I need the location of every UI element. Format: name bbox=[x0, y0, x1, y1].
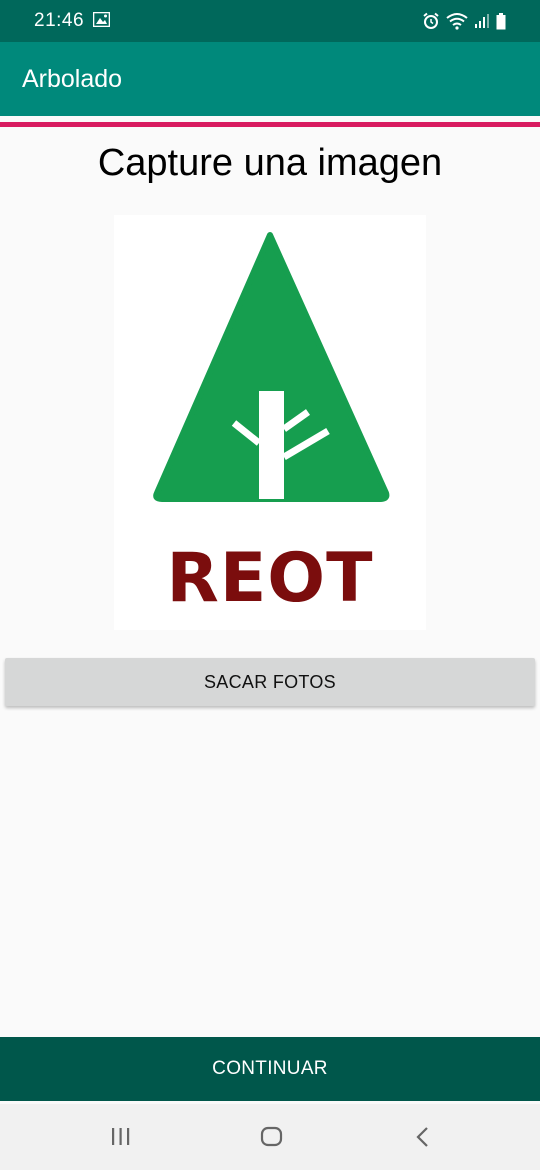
home-icon[interactable] bbox=[260, 1126, 284, 1148]
wifi-icon bbox=[446, 13, 468, 30]
accent-divider bbox=[0, 122, 540, 127]
status-bar: 21:46 bbox=[0, 0, 540, 42]
back-icon[interactable] bbox=[414, 1126, 432, 1148]
continue-button[interactable]: CONTINUAR bbox=[0, 1037, 540, 1101]
take-photo-button[interactable]: SACAR FOTOS bbox=[5, 658, 535, 706]
navigation-bar bbox=[0, 1104, 540, 1170]
alarm-icon bbox=[423, 12, 439, 29]
page-title: Capture una imagen bbox=[97, 142, 443, 184]
app-bar: Arbolado bbox=[0, 42, 540, 116]
recents-icon[interactable] bbox=[110, 1126, 132, 1148]
status-time: 21:46 bbox=[34, 10, 85, 31]
logo-text: REOT bbox=[166, 539, 374, 618]
gallery-icon bbox=[93, 12, 110, 27]
signal-icon bbox=[475, 14, 489, 28]
status-icons bbox=[422, 10, 506, 32]
battery-icon bbox=[496, 12, 506, 29]
tree-logo-icon bbox=[153, 232, 390, 502]
app-title: Arbolado bbox=[22, 65, 123, 93]
